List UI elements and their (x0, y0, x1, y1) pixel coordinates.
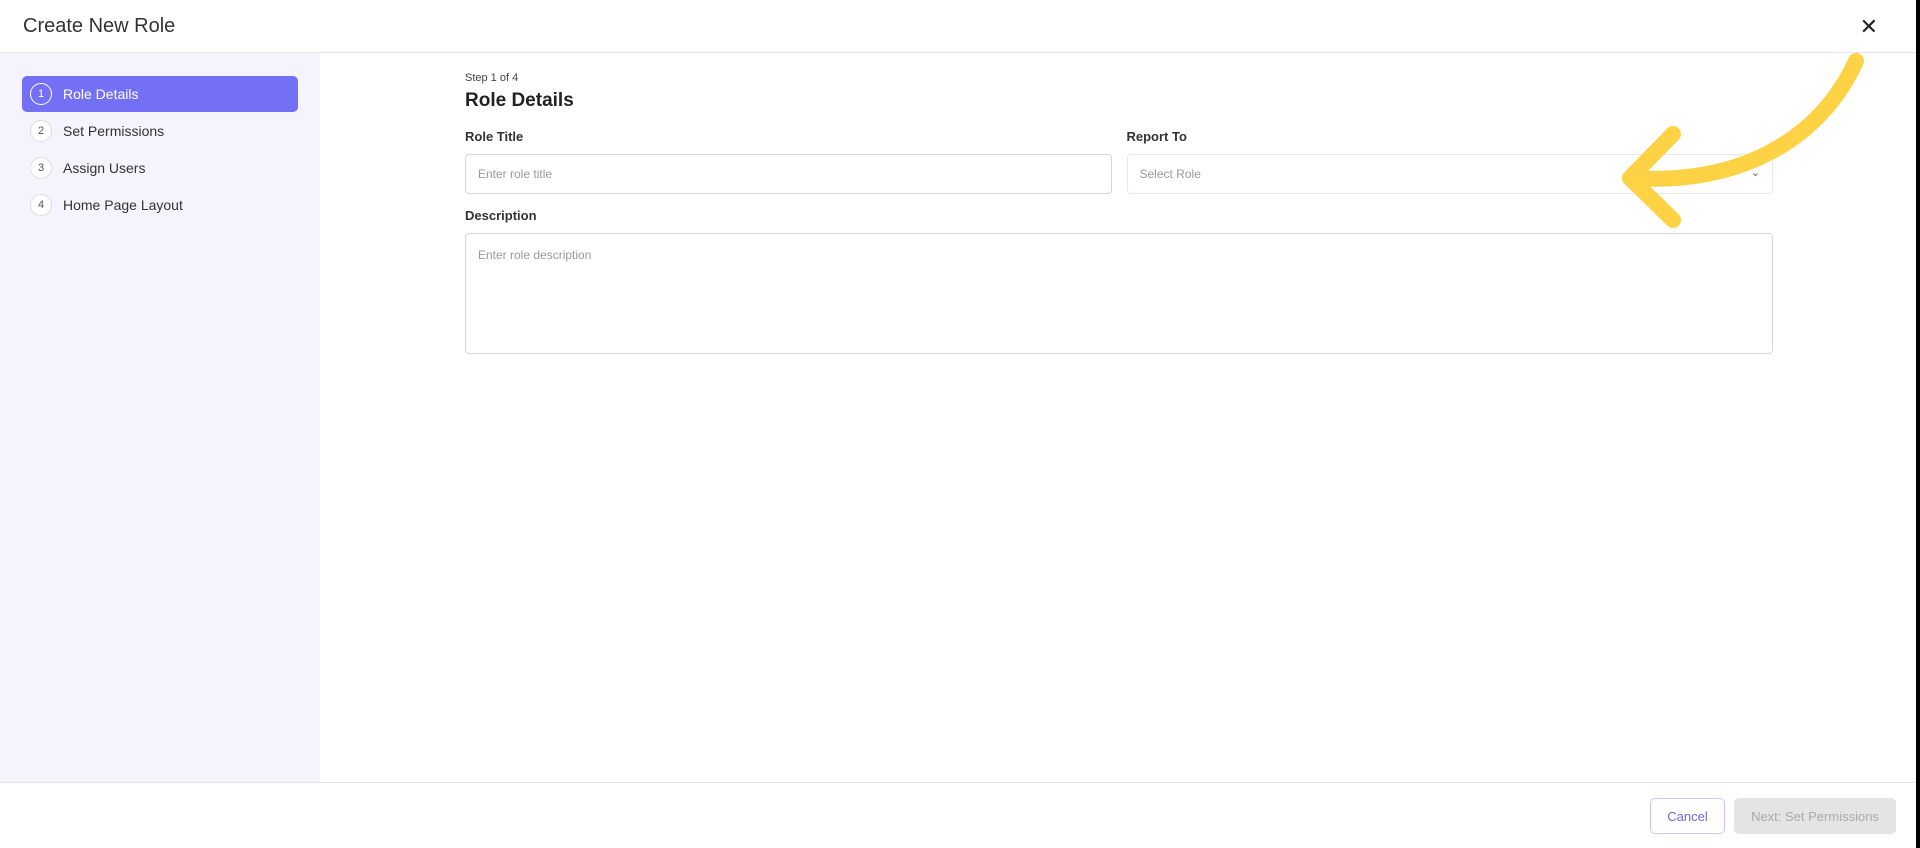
section-title: Role Details (465, 90, 574, 111)
step-role-details[interactable]: 1 Role Details (22, 76, 298, 112)
next-button[interactable]: Next: Set Permissions (1734, 798, 1896, 834)
report-to-placeholder: Select Role (1139, 167, 1201, 181)
step-assign-users[interactable]: 3 Assign Users (22, 150, 298, 186)
step-set-permissions[interactable]: 2 Set Permissions (22, 113, 298, 149)
role-title-input[interactable]: Enter role title (465, 154, 1112, 194)
modal-footer: Cancel Next: Set Permissions (0, 782, 1916, 848)
role-title-placeholder: Enter role title (478, 167, 553, 181)
role-details-form: Step 1 of 4 Role Details Role Title Ente… (465, 72, 1773, 354)
step-label: Home Page Layout (63, 197, 183, 213)
report-to-label: Report To (1126, 129, 1187, 144)
steps-sidebar: 1 Role Details 2 Set Permissions 3 Assign U… (0, 53, 320, 782)
step-number: 2 (30, 120, 52, 142)
step-label: Set Permissions (63, 123, 165, 139)
modal-title: Create New Role (23, 14, 176, 37)
description-label: Description (465, 208, 537, 223)
window-edge (1916, 0, 1920, 848)
step-number: 3 (30, 157, 52, 179)
chevron-down-icon: ⌄ (1750, 167, 1760, 179)
step-number: 4 (30, 194, 52, 216)
description-textarea[interactable]: Enter role description (465, 233, 1773, 354)
step-number: 1 (30, 83, 52, 105)
step-label: Assign Users (63, 160, 146, 176)
report-to-select[interactable]: Select Role ⌄ (1126, 154, 1773, 194)
step-home-page-layout[interactable]: 4 Home Page Layout (22, 187, 298, 223)
step-indicator: Step 1 of 4 (465, 72, 519, 84)
modal-header: Create New Role ✕ (0, 0, 1916, 53)
step-label: Role Details (63, 86, 139, 102)
description-placeholder: Enter role description (478, 248, 592, 262)
close-icon[interactable]: ✕ (1860, 14, 1878, 40)
role-title-label: Role Title (465, 129, 524, 144)
cancel-button[interactable]: Cancel (1650, 798, 1725, 834)
